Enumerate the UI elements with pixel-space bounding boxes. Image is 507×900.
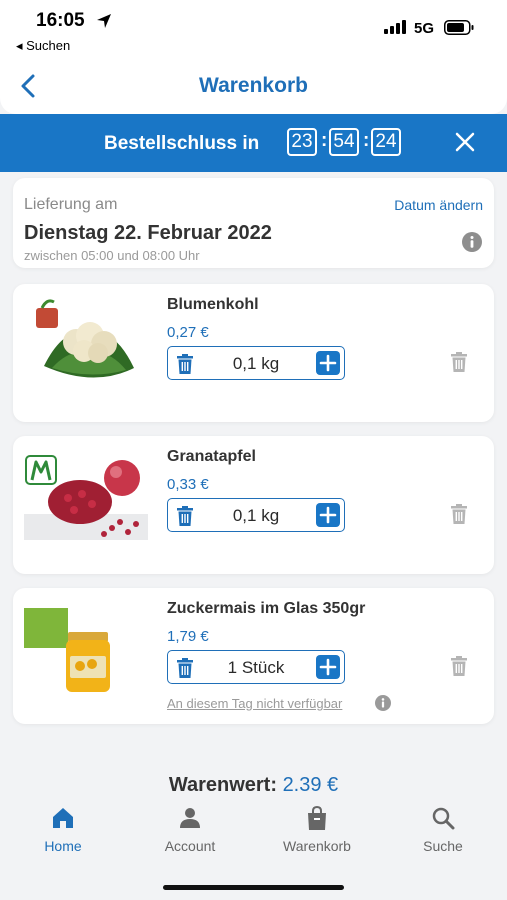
product-price: 0,33 €	[167, 476, 209, 493]
tab-label: Home	[44, 838, 82, 854]
home-icon	[53, 808, 73, 828]
info-icon[interactable]	[462, 232, 482, 252]
cart-item: Zuckermais im Glas 350gr 1,79 € 1 Stück …	[13, 588, 494, 724]
home-indicator[interactable]	[163, 885, 344, 890]
battery-icon	[444, 20, 474, 35]
countdown-separator: :	[363, 130, 370, 151]
availability-note: An diesem Tag nicht verfügbar	[167, 696, 343, 711]
delivery-card: Lieferung am Datum ändern Dienstag 22. F…	[13, 178, 494, 268]
quantity-value: 1 Stück	[227, 658, 285, 677]
product-name: Blumenkohl	[167, 296, 259, 313]
quantity-stepper: 0,1 kg	[167, 498, 345, 532]
quantity-stepper: 1 Stück	[167, 650, 345, 684]
plus-icon[interactable]	[316, 503, 340, 527]
nav-bar: Warenkorb	[0, 58, 507, 114]
delivery-date: Dienstag 22. Februar 2022	[24, 222, 272, 244]
quantity-value: 0,1 kg	[232, 354, 280, 373]
search-icon	[432, 807, 455, 830]
delivery-time-window: zwischen 05:00 und 08:00 Uhr	[24, 248, 200, 263]
status-time: 16:05	[36, 10, 85, 31]
product-name: Zuckermais im Glas 350gr	[167, 600, 366, 617]
remove-item-trash-icon[interactable]	[450, 352, 468, 372]
remove-item-trash-icon[interactable]	[450, 504, 468, 524]
product-image-sweetcorn-jar	[24, 600, 148, 692]
countdown-hours: 23	[287, 128, 317, 156]
countdown-seconds: 24	[371, 128, 401, 156]
trash-icon[interactable]	[176, 506, 194, 526]
deadline-label: Bestellschluss in	[104, 133, 260, 154]
cart-total: Warenwert: 2.39 €	[0, 774, 507, 797]
producer-badge-icon	[36, 308, 58, 328]
tab-label: Warenkorb	[283, 838, 351, 854]
product-name: Granatapfel	[167, 448, 256, 465]
total-label: Warenwert:	[168, 774, 277, 796]
tab-cart[interactable]: Warenkorb	[267, 806, 367, 866]
cart-item: Blumenkohl 0,27 € 0,1 kg	[13, 284, 494, 422]
location-arrow-icon	[97, 14, 111, 28]
quantity-value: 0,1 kg	[232, 506, 280, 525]
tab-label: Account	[164, 838, 216, 854]
quantity-stepper: 0,1 kg	[167, 346, 345, 380]
tab-home[interactable]: Home	[13, 806, 113, 866]
status-bar: 16:05 ◂ Suchen 5G	[0, 0, 507, 58]
shopping-bag-icon	[308, 806, 326, 830]
trash-icon[interactable]	[176, 658, 194, 678]
remove-item-trash-icon[interactable]	[450, 656, 468, 676]
tab-account[interactable]: Account	[140, 806, 240, 866]
countdown-minutes: 54	[329, 128, 359, 156]
network-type: 5G	[414, 20, 435, 37]
close-icon[interactable]	[454, 131, 476, 153]
product-price: 1,79 €	[167, 628, 209, 645]
plus-icon[interactable]	[316, 351, 340, 375]
change-date-link[interactable]: Datum ändern	[394, 197, 483, 213]
tab-search[interactable]: Suche	[393, 806, 493, 866]
page-title: Warenkorb	[199, 74, 308, 97]
product-image-cauliflower	[24, 296, 148, 388]
product-image-pomegranate	[24, 448, 148, 540]
back-to-app-link[interactable]: ◂ Suchen	[16, 38, 70, 54]
order-deadline-banner: Bestellschluss in 23 : 54 : 24	[0, 114, 507, 172]
cart-item: Granatapfel 0,33 € 0,1 kg	[13, 436, 494, 574]
plus-icon[interactable]	[316, 655, 340, 679]
tab-label: Suche	[423, 838, 463, 854]
delivery-label: Lieferung am	[24, 196, 118, 213]
signal-icon	[384, 20, 406, 34]
product-price: 0,27 €	[167, 324, 209, 341]
total-value: 2.39 €	[282, 774, 339, 796]
bio-label-icon	[24, 608, 68, 648]
person-icon	[180, 808, 200, 828]
countdown-separator: :	[321, 130, 328, 151]
info-icon[interactable]	[375, 695, 391, 711]
trash-icon[interactable]	[176, 354, 194, 374]
